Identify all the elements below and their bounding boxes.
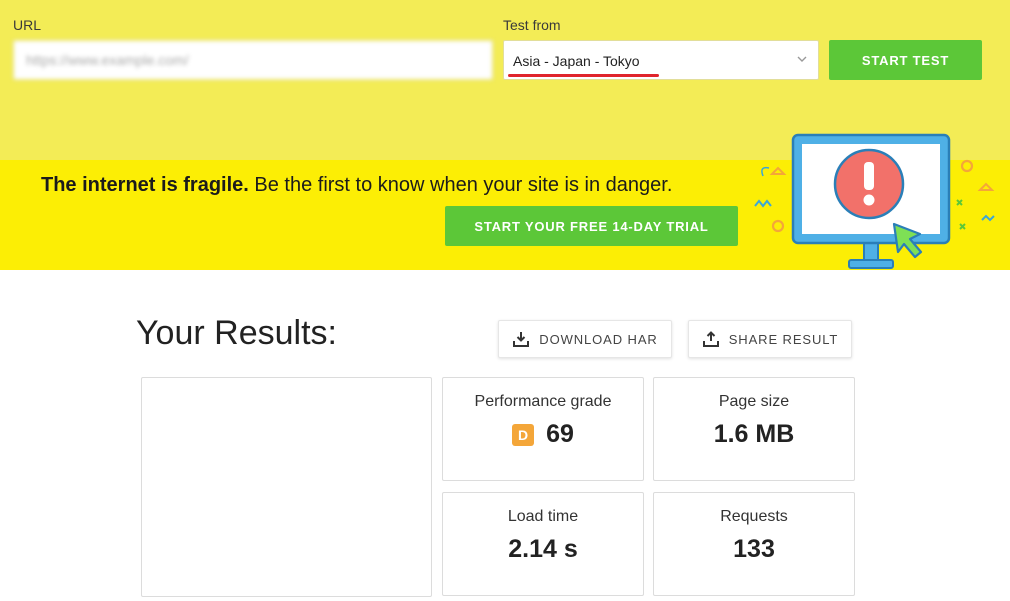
- share-result-button[interactable]: SHARE RESULT: [688, 320, 852, 358]
- promo-headline-rest: Be the first to know when your site is i…: [248, 174, 673, 196]
- load-time-card: Load time 2.14 s: [442, 492, 644, 596]
- start-test-button[interactable]: START TEST: [829, 40, 982, 80]
- metric-label: Performance grade: [474, 393, 612, 410]
- requests-card: Requests 133: [653, 492, 855, 596]
- download-har-label: DOWNLOAD HAR: [539, 331, 658, 347]
- load-time-value: 2.14 s: [508, 535, 578, 563]
- location-select[interactable]: Asia - Japan - Tokyo: [503, 40, 819, 80]
- requests-value: 133: [733, 535, 775, 563]
- url-input[interactable]: [13, 40, 493, 80]
- promo-headline-strong: The internet is fragile.: [41, 174, 249, 196]
- alert-monitor-illustration: [754, 133, 995, 269]
- download-icon: [513, 332, 530, 347]
- location-value: Asia - Japan - Tokyo: [513, 53, 640, 69]
- performance-grade-card: Performance grade D 69: [442, 377, 644, 481]
- download-har-button[interactable]: DOWNLOAD HAR: [498, 320, 672, 358]
- test-from-label: Test from: [503, 17, 561, 33]
- page-screenshot-card: [141, 377, 432, 597]
- share-icon: [702, 331, 719, 347]
- free-trial-button[interactable]: START YOUR FREE 14-DAY TRIAL: [445, 206, 738, 246]
- promo-headline: The internet is fragile. Be the first to…: [41, 174, 672, 197]
- page-size-card: Page size 1.6 MB: [653, 377, 855, 481]
- performance-score: 69: [546, 420, 574, 448]
- page-size-value: 1.6 MB: [713, 420, 795, 448]
- results-title: Your Results:: [136, 314, 337, 352]
- url-label: URL: [13, 17, 42, 33]
- metric-label: Page size: [718, 393, 790, 410]
- chevron-down-icon: [797, 56, 807, 62]
- location-highlight-underline: [508, 74, 659, 77]
- metric-label: Requests: [720, 508, 788, 525]
- share-result-label: SHARE RESULT: [728, 331, 839, 347]
- metric-value: D 69: [443, 420, 643, 449]
- grade-badge: D: [512, 423, 535, 446]
- metric-label: Load time: [507, 508, 579, 525]
